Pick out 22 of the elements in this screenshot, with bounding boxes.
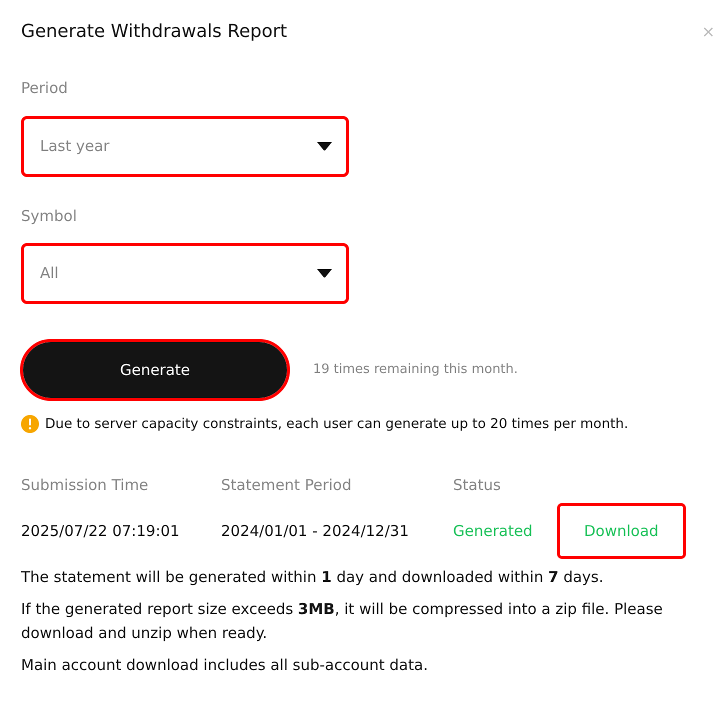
- field-label: Symbol: [21, 206, 78, 226]
- note-text: Main account download includes all sub-account data.: [21, 655, 429, 676]
- column-header: Statement Period: [221, 476, 352, 494]
- status-text: Generated: [453, 522, 533, 540]
- remaining-count-text: 19 times remaining this month.: [313, 361, 518, 380]
- dialog-title: Generate Withdrawals Report: [21, 20, 288, 44]
- column-header: Status: [453, 476, 501, 494]
- warning-icon: [21, 415, 39, 434]
- table-cell: 2025/07/22 07:19:01: [21, 522, 180, 540]
- caret-icon: [317, 269, 332, 278]
- dropdown-field[interactable]: Last year: [21, 116, 349, 176]
- field-label: Period: [21, 78, 69, 99]
- generate-button[interactable]: Generate: [23, 342, 287, 398]
- note-text: If the generated report size exceeds 3MB, it will be compressed into a zip file. Please download and unzip when ready.: [21, 599, 664, 644]
- warning-text: Due to server capacity constraints, each user can generate up to 20 times per month.: [45, 415, 628, 434]
- close-button[interactable]: ×: [702, 24, 715, 40]
- dropdown-field[interactable]: All: [21, 243, 349, 304]
- caret-icon: [317, 142, 332, 150]
- table-cell: 2024/01/01 - 2024/12/31: [221, 522, 409, 540]
- note-text: The statement will be generated within 1 day and downloaded within 7 days.: [21, 567, 604, 588]
- download-link[interactable]: Download: [557, 502, 686, 560]
- column-header: Submission Time: [21, 476, 148, 494]
